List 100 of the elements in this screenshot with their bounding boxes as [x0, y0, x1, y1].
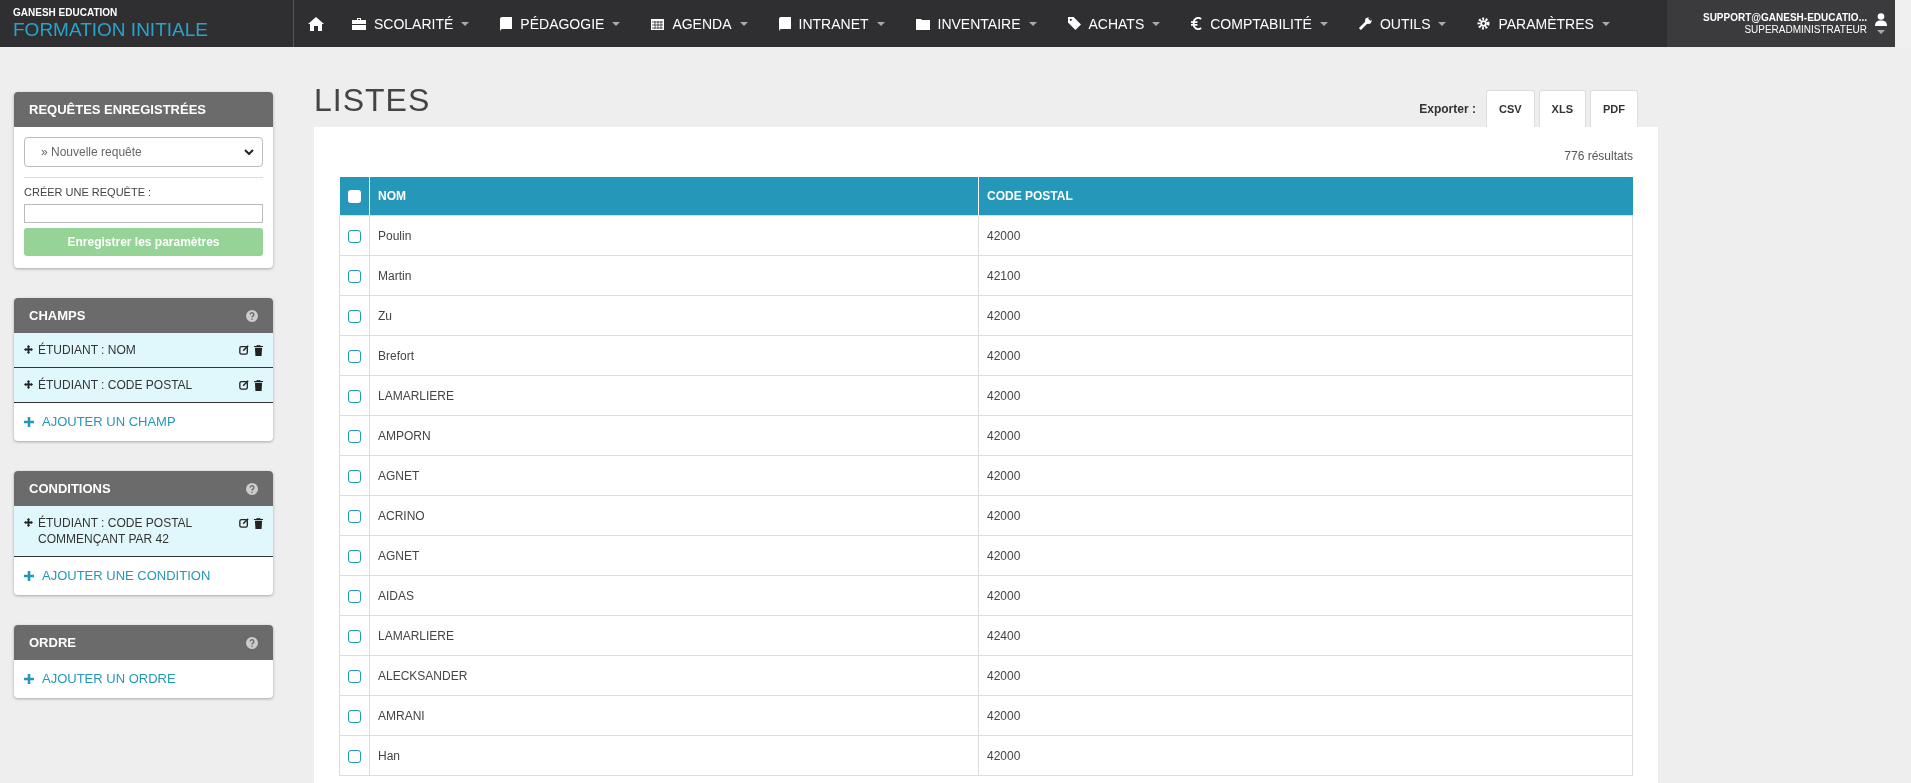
row-checkbox[interactable] — [348, 429, 361, 443]
query-item-label: ÉTUDIANT : NOM — [38, 342, 137, 358]
user-menu[interactable]: SUPPORT@GANESH-EDUCATIO... SUPERADMINISTRATEUR — [1667, 0, 1895, 47]
caret-icon — [876, 21, 885, 26]
table-cell: ACRINO — [369, 495, 979, 536]
organization-name: GANESH EDUCATION — [13, 6, 119, 19]
table-cell: 42000 — [978, 335, 1633, 376]
caret-icon — [1319, 21, 1328, 26]
plus-icon — [24, 673, 34, 684]
euro-icon — [1191, 17, 1203, 30]
add-link[interactable]: AJOUTER UN CHAMP — [14, 403, 273, 441]
table-cell: AMPORN — [369, 415, 979, 456]
caret-icon — [1601, 21, 1610, 26]
query-item-label: ÉTUDIANT : CODE POSTAL COMMENÇANT PAR 42 — [38, 515, 193, 547]
row-checkbox[interactable] — [348, 709, 361, 723]
table-cell: 42000 — [978, 655, 1633, 696]
table-cell: LAMARLIERE — [369, 615, 979, 656]
table-cell: 42000 — [978, 455, 1633, 496]
nav-menu-item[interactable]: SCOLARITÉ — [352, 15, 470, 32]
row-checkbox[interactable] — [348, 309, 361, 323]
query-item[interactable]: ÉTUDIANT : NOM — [14, 333, 273, 368]
query-name-field[interactable] — [24, 204, 263, 223]
wrench-icon — [1358, 17, 1372, 30]
table-cell: Han — [369, 735, 979, 776]
help-icon[interactable] — [246, 482, 258, 495]
row-checkbox[interactable] — [348, 349, 361, 363]
query-item[interactable]: ÉTUDIANT : CODE POSTAL — [14, 368, 273, 403]
book-icon — [778, 16, 791, 31]
table-cell: LAMARLIERE — [369, 375, 979, 416]
caret-icon — [739, 21, 748, 26]
row-checkbox[interactable] — [348, 229, 361, 243]
move-icon[interactable] — [24, 345, 33, 354]
row-checkbox[interactable] — [348, 669, 361, 683]
caret-icon — [1152, 21, 1161, 26]
panel-title: CHAMPS — [29, 308, 86, 323]
field-label: CRÉER UNE REQUÊTE : — [24, 186, 153, 198]
home-icon[interactable] — [308, 16, 324, 31]
row-checkbox[interactable] — [348, 469, 361, 483]
trash-icon[interactable] — [254, 345, 263, 356]
help-icon[interactable] — [246, 636, 258, 649]
table-cell: AGNET — [369, 455, 979, 496]
move-icon[interactable] — [24, 380, 33, 389]
user-icon — [1875, 13, 1887, 26]
plus-icon — [24, 416, 34, 427]
plus-icon — [24, 570, 34, 581]
nav-menu-item[interactable]: OUTILS — [1358, 15, 1447, 32]
panel-title: REQUÊTES ENREGISTRÉES — [29, 102, 206, 117]
query-item-label: ÉTUDIANT : CODE POSTAL — [38, 377, 194, 393]
page-title: LISTES — [314, 82, 431, 119]
query-dropdown[interactable]: » Nouvelle requête — [24, 137, 263, 167]
trash-icon[interactable] — [254, 518, 263, 529]
table-cell: 42000 — [978, 415, 1633, 456]
nav-menu-item[interactable]: PARAMÈTRES — [1477, 15, 1610, 32]
row-checkbox[interactable] — [348, 549, 361, 563]
table-cell: ALECKSANDER — [369, 655, 979, 696]
tag-icon — [1067, 17, 1081, 30]
row-checkbox[interactable] — [348, 749, 361, 763]
table-cell: 42000 — [978, 535, 1633, 576]
nav-menu-item[interactable]: ACHATS — [1067, 15, 1161, 32]
table-cell: Poulin — [369, 215, 979, 256]
table-cell: 42000 — [978, 735, 1633, 776]
table-cell: Brefort — [369, 335, 979, 376]
row-checkbox[interactable] — [348, 509, 361, 523]
caret-icon — [461, 21, 470, 26]
table-cell: 42100 — [978, 255, 1633, 296]
move-icon[interactable] — [24, 518, 33, 527]
table-cell: Zu — [369, 295, 979, 336]
export-button[interactable]: XLS — [1538, 90, 1586, 127]
app-title[interactable]: FORMATION INITIALE — [13, 18, 293, 41]
edit-icon[interactable] — [239, 345, 249, 355]
row-checkbox[interactable] — [348, 629, 361, 643]
export-label: Exporter : — [1419, 101, 1476, 116]
table-cell: AGNET — [369, 535, 979, 576]
help-icon[interactable] — [246, 309, 258, 322]
row-checkbox[interactable] — [348, 389, 361, 403]
table-cell: 42000 — [978, 215, 1633, 256]
caret-icon — [1028, 21, 1037, 26]
nav-menu-item[interactable]: COMPTABILITÉ — [1191, 15, 1328, 32]
nav-menu-item[interactable]: INTRANET — [778, 15, 885, 32]
nav-menu-item[interactable]: INVENTAIRE — [915, 15, 1037, 32]
caret-icon — [1438, 21, 1447, 26]
export-button[interactable]: CSV — [1485, 90, 1535, 127]
scrollbar[interactable] — [1895, 0, 1911, 47]
edit-icon[interactable] — [239, 518, 249, 528]
panel-title: ORDRE — [29, 635, 76, 650]
table-cell: AMRANI — [369, 695, 979, 736]
table-cell: AIDAS — [369, 575, 979, 616]
row-checkbox[interactable] — [348, 269, 361, 283]
nav-menu-item[interactable]: AGENDA — [651, 15, 748, 32]
select-all-checkbox[interactable] — [347, 190, 361, 204]
edit-icon[interactable] — [239, 380, 249, 390]
table-cell: 42000 — [978, 375, 1633, 416]
result-count: 776 résultats — [1564, 149, 1633, 163]
trash-icon[interactable] — [254, 380, 263, 391]
nav-menu-item[interactable]: PÉDAGOGIE — [500, 15, 621, 32]
query-item[interactable]: ÉTUDIANT : CODE POSTAL COMMENÇANT PAR 42 — [14, 506, 273, 557]
export-button[interactable]: PDF — [1590, 90, 1638, 127]
row-checkbox[interactable] — [348, 589, 361, 603]
table-cell: 42400 — [978, 615, 1633, 656]
table-cell: 42000 — [978, 695, 1633, 736]
